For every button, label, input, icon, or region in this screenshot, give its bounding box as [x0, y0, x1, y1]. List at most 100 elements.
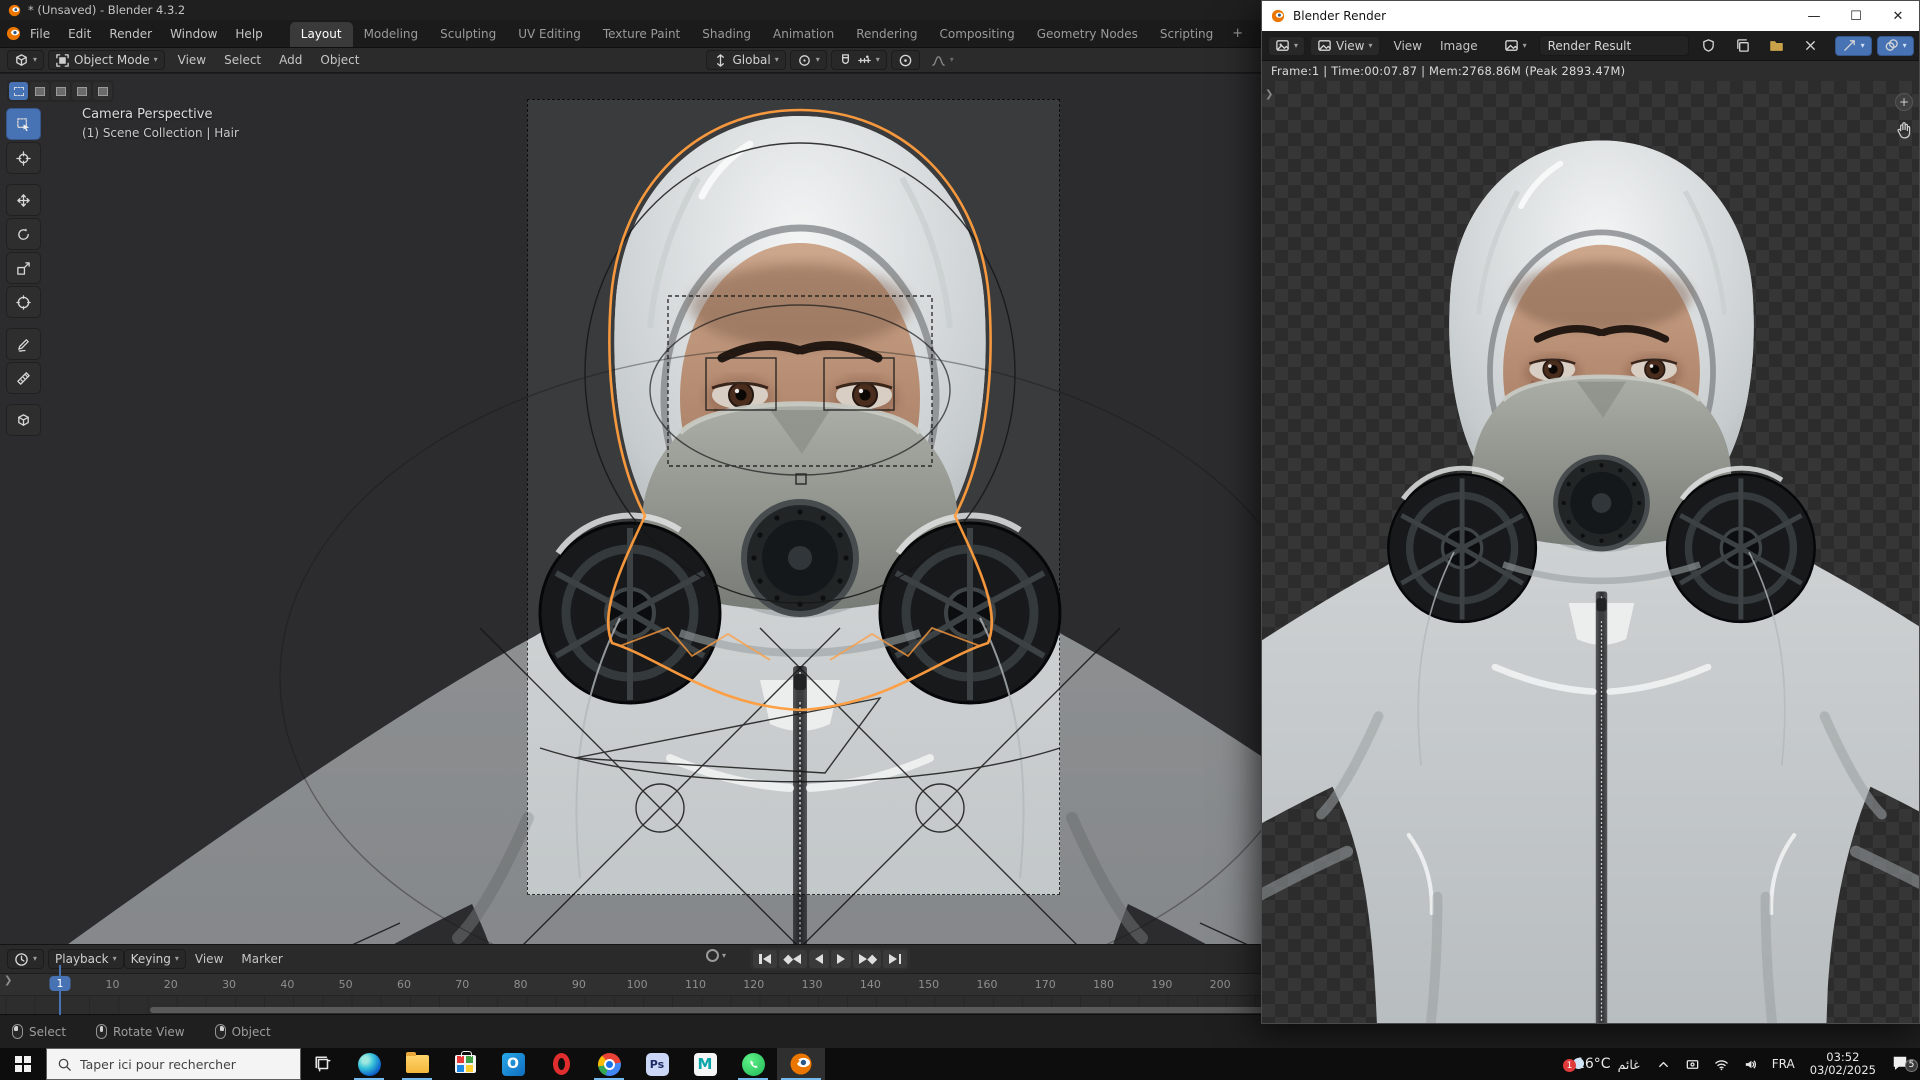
taskbar-app-edge[interactable]	[345, 1048, 393, 1080]
current-frame-badge[interactable]: 1	[49, 976, 71, 991]
tab-compositing[interactable]: Compositing	[928, 22, 1025, 47]
taskbar-app-maya[interactable]: M	[681, 1048, 729, 1080]
tab-uv-editing[interactable]: UV Editing	[507, 22, 592, 47]
editor-type-dropdown[interactable]: ▾	[7, 50, 45, 70]
tab-sculpting[interactable]: Sculpting	[429, 22, 507, 47]
close-button[interactable]: ✕	[1877, 1, 1919, 31]
select-mode-tweak[interactable]	[9, 82, 28, 100]
keymap-hint-object: Object	[214, 1024, 271, 1039]
render-stats: Frame:1 | Time:00:07.87 | Mem:2768.86M (…	[1271, 64, 1626, 78]
add-workspace-button[interactable]: +	[1224, 22, 1251, 45]
taskbar-app-store[interactable]	[441, 1048, 489, 1080]
tool-add-cube[interactable]	[6, 404, 41, 436]
select-mode-select-extend[interactable]	[51, 82, 70, 100]
clock-widget[interactable]: 03:52 03/02/2025	[1802, 1051, 1884, 1077]
render-titlebar[interactable]: Blender Render — ☐ ✕	[1262, 1, 1919, 31]
tab-geometry-nodes[interactable]: Geometry Nodes	[1026, 22, 1149, 47]
open-image-button[interactable]	[1762, 36, 1791, 56]
language-indicator[interactable]: FRA	[1765, 1048, 1802, 1080]
play-reverse-button[interactable]	[809, 950, 829, 968]
wifi-tray-icon[interactable]	[1707, 1048, 1736, 1080]
weather-widget[interactable]: 1 16°C غائم	[1560, 1056, 1649, 1072]
search-input[interactable]: Taper ici pour rechercher	[46, 1048, 301, 1080]
taskbar-app-blender[interactable]	[777, 1048, 825, 1080]
cast-tray-icon[interactable]	[1678, 1048, 1707, 1080]
timeline-scrollbar[interactable]	[150, 1007, 1310, 1013]
taskbar-app-outlook[interactable]: O	[489, 1048, 537, 1080]
task-view-button[interactable]	[301, 1048, 345, 1080]
tab-rendering[interactable]: Rendering	[845, 22, 928, 47]
fake-user-button[interactable]	[1694, 36, 1723, 56]
editor-type-dropdown[interactable]: ▾	[1268, 35, 1306, 56]
tray-overflow-button[interactable]	[1649, 1048, 1678, 1080]
image-menu-image[interactable]: Image	[1431, 36, 1487, 56]
tab-modeling[interactable]: Modeling	[353, 22, 430, 47]
menu-item-help[interactable]: Help	[226, 24, 271, 44]
overlays-toggle[interactable]: ▾	[1876, 35, 1914, 56]
notification-center-button[interactable]: 5	[1884, 1053, 1920, 1076]
play-button[interactable]	[831, 950, 851, 968]
browse-image-dropdown[interactable]: ▾	[1497, 36, 1534, 56]
minimize-button[interactable]: —	[1793, 1, 1835, 31]
falloff-dropdown[interactable]: ▾	[924, 50, 961, 70]
select-mode-select-intersect[interactable]	[93, 82, 112, 100]
timeline-menu-marker[interactable]: Marker	[232, 949, 291, 969]
image-menu-view[interactable]: View	[1385, 36, 1431, 56]
image-name-chip[interactable]: Render Result	[1538, 35, 1689, 56]
orientation-dropdown[interactable]: Global ▾	[706, 50, 786, 70]
tool-annotate[interactable]	[6, 328, 41, 360]
volume-tray-icon[interactable]	[1736, 1048, 1765, 1080]
tool-transform[interactable]	[6, 286, 41, 318]
start-button[interactable]	[0, 1048, 46, 1080]
jump-to-end-button[interactable]	[883, 950, 907, 968]
pivot-dropdown[interactable]: ▾	[789, 50, 827, 70]
display-mode-dropdown[interactable]: View ▾	[1310, 35, 1380, 56]
tool-cursor[interactable]	[6, 142, 41, 174]
snap-toggle[interactable]: ▾	[830, 50, 887, 70]
taskbar-app-explorer[interactable]	[393, 1048, 441, 1080]
timeline-menu-keying[interactable]: Keying ▾	[123, 949, 186, 969]
tab-layout[interactable]: Layout	[289, 22, 353, 47]
tool-measure[interactable]	[6, 362, 41, 394]
zoom-gizmo-icon[interactable]: +	[1895, 93, 1913, 111]
menu-item-window[interactable]: Window	[161, 24, 226, 44]
taskbar-app-whatsapp[interactable]	[729, 1048, 777, 1080]
menu-item-edit[interactable]: Edit	[59, 24, 100, 44]
tool-rotate[interactable]	[6, 218, 41, 250]
timeline-expand-arrow[interactable]: ❯	[4, 975, 12, 986]
tab-scripting[interactable]: Scripting	[1149, 22, 1224, 47]
gizmos-toggle[interactable]: ▾	[1834, 35, 1872, 56]
select-mode-select-subtract[interactable]	[72, 82, 91, 100]
viewport-menu-add[interactable]: Add	[270, 50, 311, 70]
viewport-menu-object[interactable]: Object	[311, 50, 368, 70]
taskbar-app-opera[interactable]	[537, 1048, 585, 1080]
unlink-image-button[interactable]	[1796, 36, 1825, 56]
menu-item-render[interactable]: Render	[100, 24, 161, 44]
next-keyframe-button[interactable]	[853, 950, 881, 968]
timeline-editor-dropdown[interactable]: ▾	[7, 949, 45, 969]
tab-shading[interactable]: Shading	[691, 22, 762, 47]
pan-hand-icon[interactable]	[1895, 121, 1913, 139]
viewport-menu-view[interactable]: View	[169, 50, 215, 70]
taskbar-app-chrome[interactable]	[585, 1048, 633, 1080]
tool-scale[interactable]	[6, 252, 41, 284]
tool-select-box[interactable]	[6, 108, 41, 140]
jump-to-start-button[interactable]	[753, 950, 777, 968]
region-toggle-arrow[interactable]: ❯	[1265, 89, 1273, 100]
proportional-editing-toggle[interactable]	[890, 50, 920, 70]
render-result-image[interactable]: ❯ +	[1262, 81, 1919, 1023]
prev-keyframe-button[interactable]	[779, 950, 807, 968]
mode-dropdown[interactable]: Object Mode ▾	[48, 50, 165, 70]
taskbar-app-photoshop[interactable]: Ps	[633, 1048, 681, 1080]
menu-item-file[interactable]: File	[21, 24, 59, 44]
tool-move[interactable]	[6, 184, 41, 216]
timeline-menu-view[interactable]: View	[186, 949, 232, 969]
maximize-button[interactable]: ☐	[1835, 1, 1877, 31]
tab-animation[interactable]: Animation	[762, 22, 845, 47]
viewport-menu-select[interactable]: Select	[215, 50, 270, 70]
frame-tick: 70	[455, 978, 470, 991]
auto-keying-toggle[interactable]: ▾	[706, 949, 726, 962]
duplicate-image-button[interactable]	[1728, 36, 1757, 56]
select-mode-select-new[interactable]	[30, 82, 49, 100]
tab-texture-paint[interactable]: Texture Paint	[592, 22, 691, 47]
